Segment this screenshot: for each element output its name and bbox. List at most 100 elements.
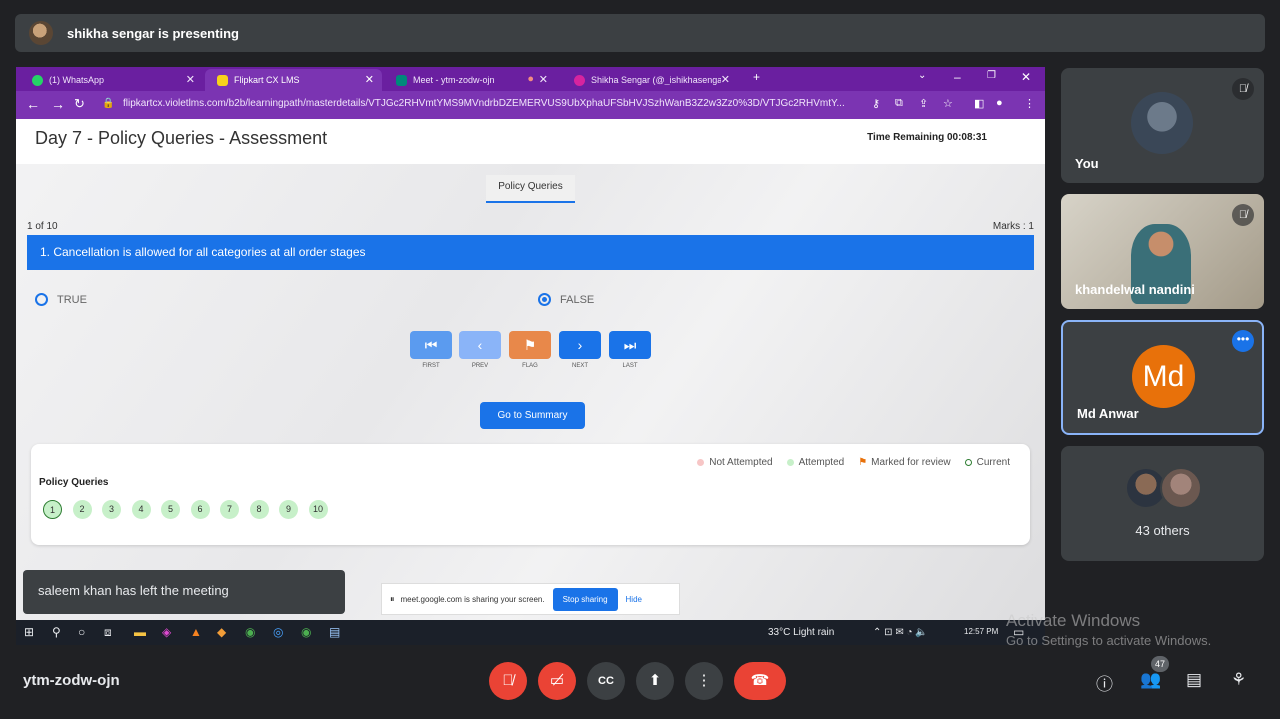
flag-button[interactable]: ⚑: [509, 331, 551, 359]
mic-off-icon: 🎙̸: [1232, 204, 1254, 226]
question-number-button[interactable]: 6: [190, 500, 210, 519]
windows-start-icon[interactable]: ⊞: [24, 625, 34, 639]
close-icon[interactable]: ✕: [365, 73, 374, 86]
app-icon[interactable]: ◎: [273, 625, 283, 639]
key-icon[interactable]: ⚷: [872, 97, 880, 110]
tab-instagram[interactable]: Shikha Sengar (@_ishikhasengar ✕: [562, 69, 738, 91]
chat-icon[interactable]: ▤: [1186, 670, 1202, 690]
file-explorer-icon[interactable]: ▬: [134, 625, 146, 639]
close-icon[interactable]: ✕: [186, 73, 195, 86]
weather-widget[interactable]: 33°C Light rain: [768, 627, 834, 638]
cortana-icon[interactable]: ○: [78, 625, 85, 639]
tab-policy-queries[interactable]: Policy Queries: [486, 175, 575, 203]
option-false[interactable]: FALSE: [538, 293, 594, 306]
tab-whatsapp[interactable]: (1) WhatsApp ✕: [20, 69, 203, 91]
palette-title: Policy Queries: [39, 477, 109, 488]
windows-taskbar: ⊞ ⚲ ○ ⧈ ▬ ◈ ▲ ◆ ◉ ◎ ◉ ▤ 33°C Light rain …: [16, 620, 1045, 645]
participant-name: You: [1075, 156, 1099, 171]
last-button[interactable]: ⏭: [609, 331, 651, 359]
question-number-button[interactable]: 8: [249, 500, 269, 519]
profile-icon[interactable]: ●: [996, 97, 1003, 109]
participant-name: khandelwal nandini: [1075, 282, 1195, 297]
flipkart-icon: [217, 74, 228, 86]
hide-button[interactable]: Hide: [626, 595, 642, 604]
chevron-down-icon[interactable]: ⌄: [918, 70, 926, 81]
radio-true[interactable]: [35, 293, 48, 306]
url-field[interactable]: flipkartcx.violetlms.com/b2b/learningpat…: [123, 98, 863, 109]
present-button[interactable]: ⬆: [636, 662, 674, 700]
whatsapp-icon: [32, 74, 43, 86]
tray-icons[interactable]: ⌃ ⊡ ✉ ◔ 🔈: [873, 627, 928, 638]
question-number-button[interactable]: 5: [161, 500, 180, 519]
sidepanel-icon[interactable]: ◧: [974, 97, 984, 110]
go-to-summary-button[interactable]: Go to Summary: [480, 402, 585, 429]
more-options-icon[interactable]: •••: [1232, 330, 1254, 352]
back-icon[interactable]: ←: [26, 96, 40, 112]
reload-icon[interactable]: ↻: [74, 96, 85, 112]
participant-tile-you[interactable]: 🎙̸ You: [1061, 68, 1264, 183]
question-number-button[interactable]: 1: [43, 500, 62, 519]
restore-icon[interactable]: ❐: [987, 70, 996, 81]
translate-icon[interactable]: ⧉: [895, 97, 903, 110]
participant-tile-nandini[interactable]: 🎙̸ khandelwal nandini: [1061, 194, 1264, 309]
share-icon[interactable]: ⇪: [919, 97, 928, 110]
chrome-icon[interactable]: ◉: [245, 625, 255, 639]
address-bar: ← → ↻ 🔒 flipkartcx.violetlms.com/b2b/lea…: [16, 91, 1045, 119]
palette-legend: Not Attempted Attempted ⚑ Marked for revi…: [697, 457, 1010, 468]
avatar: [1160, 467, 1202, 509]
question-number-button[interactable]: 3: [102, 500, 121, 519]
question-number-button[interactable]: 7: [220, 500, 239, 519]
presenter-avatar: [29, 21, 53, 45]
notes-icon[interactable]: ▤: [329, 625, 340, 639]
more-options-button[interactable]: ⋮: [685, 662, 723, 700]
camera-off-button[interactable]: ▭̸: [538, 662, 576, 700]
prev-button[interactable]: ‹: [459, 331, 501, 359]
participant-tile-others[interactable]: 43 others: [1061, 446, 1264, 561]
vlc-icon[interactable]: ▲: [190, 625, 202, 639]
tab-flipkart-lms[interactable]: Flipkart CX LMS ✕: [205, 69, 382, 91]
browser-tab-bar: (1) WhatsApp ✕ Flipkart CX LMS ✕ Meet - …: [16, 67, 1045, 91]
end-call-button[interactable]: ☎: [734, 662, 786, 700]
page-header: Day 7 - Policy Queries - Assessment Time…: [16, 119, 1045, 164]
app-icon[interactable]: ◆: [217, 625, 226, 639]
next-button[interactable]: ›: [559, 331, 601, 359]
forward-icon[interactable]: →: [51, 96, 65, 112]
legend-attempted: Attempted: [786, 457, 844, 468]
new-tab-icon[interactable]: +: [753, 70, 760, 84]
question-number-button[interactable]: 10: [308, 500, 328, 519]
clock[interactable]: 12:57 PM: [964, 627, 998, 636]
option-true[interactable]: TRUE: [35, 293, 87, 306]
question-number-button[interactable]: 9: [279, 500, 298, 519]
legend-marked: ⚑ Marked for review: [858, 457, 951, 468]
radio-false[interactable]: [538, 293, 551, 306]
close-window-icon[interactable]: ✕: [1021, 70, 1031, 84]
search-icon[interactable]: ⚲: [52, 625, 61, 639]
app-icon[interactable]: ◈: [162, 625, 171, 639]
question-number-button[interactable]: 4: [131, 500, 151, 519]
avatar: Md: [1132, 345, 1195, 408]
chrome-profile-icon[interactable]: ◉: [301, 625, 311, 639]
page-title: Day 7 - Policy Queries - Assessment: [35, 128, 328, 148]
people-icon[interactable]: 👥: [1140, 670, 1161, 690]
question-palette: Not Attempted Attempted ⚑ Marked for revi…: [31, 444, 1030, 545]
mic-off-button[interactable]: 🎙̸: [489, 662, 527, 700]
first-button[interactable]: ⏮: [410, 331, 452, 359]
star-icon[interactable]: ☆: [943, 97, 953, 110]
menu-icon[interactable]: ⋮: [1024, 97, 1035, 110]
meeting-code: ytm-zodw-ojn: [23, 672, 120, 689]
timer: Time Remaining 00:08:31: [867, 132, 987, 143]
captions-button[interactable]: CC: [587, 662, 625, 700]
flag-icon: ⚑: [858, 457, 868, 468]
sharing-text: meet.google.com is sharing your screen.: [400, 594, 545, 604]
activities-icon[interactable]: ⚘: [1231, 670, 1246, 690]
close-icon[interactable]: ✕: [539, 73, 548, 86]
question-number-button[interactable]: 2: [72, 500, 92, 519]
participant-tile-anwar[interactable]: Md ••• Md Anwar: [1061, 320, 1264, 435]
minimize-icon[interactable]: –: [954, 70, 961, 84]
tab-meet[interactable]: Meet - ytm-zodw-ojn ● ✕: [384, 69, 556, 91]
close-icon[interactable]: ✕: [721, 73, 730, 86]
task-view-icon[interactable]: ⧈: [104, 625, 112, 640]
question-text: 1. Cancellation is allowed for all categ…: [27, 235, 1034, 270]
stop-sharing-button[interactable]: Stop sharing: [552, 587, 618, 611]
info-icon[interactable]: ⓘ: [1096, 670, 1113, 695]
